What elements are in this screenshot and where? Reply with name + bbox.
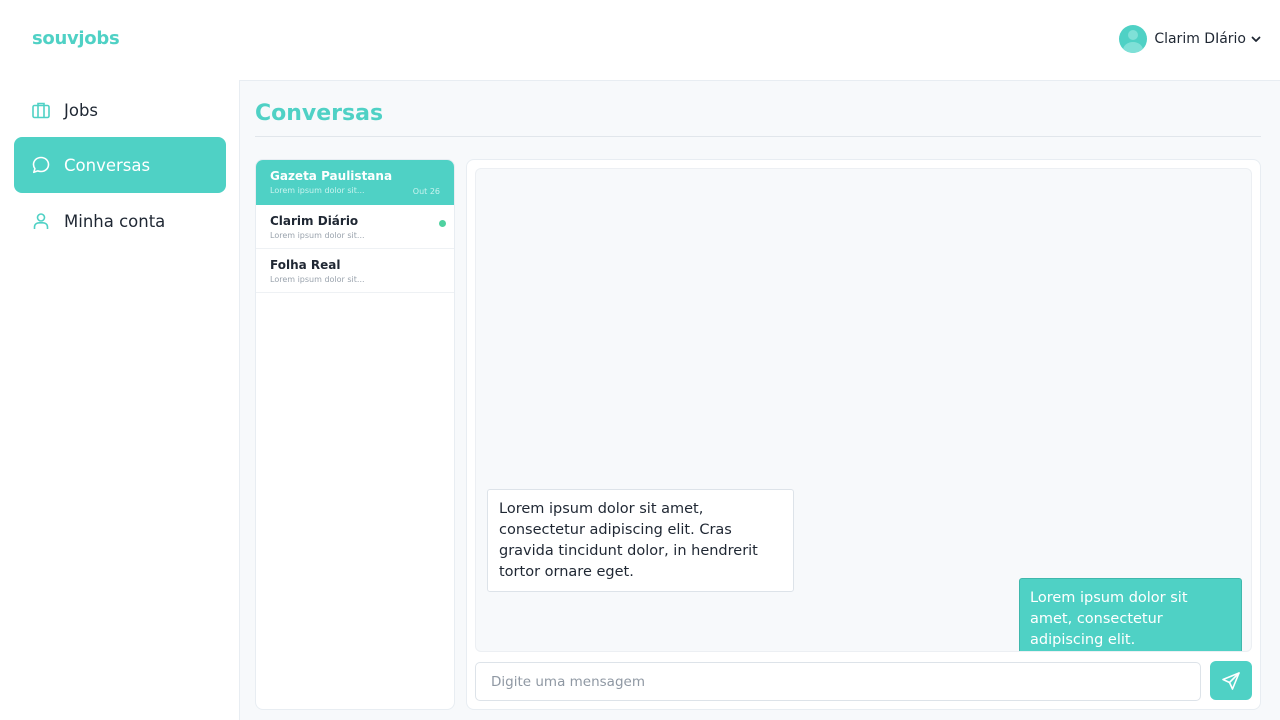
- user-avatar-icon[interactable]: [1119, 25, 1148, 53]
- briefcase-icon: [32, 102, 50, 119]
- chat-panel: Lorem ipsum dolor sit amet, consectetur …: [466, 159, 1261, 710]
- conversation-date: Out 26: [412, 187, 440, 196]
- conversation-name: Gazeta Paulistana: [270, 169, 393, 183]
- send-button[interactable]: [1210, 661, 1252, 700]
- chat-bubble-icon: [32, 156, 50, 174]
- unread-indicator: [439, 220, 446, 227]
- app-logo[interactable]: souvjobs: [32, 28, 120, 49]
- page-title: Conversas: [255, 101, 384, 126]
- conversation-list: Gazeta Paulistana Lorem ipsum dolor sit.…: [255, 159, 455, 710]
- conversation-preview: Lorem ipsum dolor sit...: [270, 231, 365, 240]
- sidebar: Jobs Conversas Minha conta: [0, 80, 240, 720]
- sidebar-item-conversas[interactable]: Conversas: [14, 137, 226, 193]
- user-name[interactable]: Clarim DIário: [1154, 31, 1246, 47]
- sidebar-item-label: Conversas: [64, 155, 151, 175]
- conversation-name: Clarim Diário: [270, 214, 359, 228]
- conversation-name: Folha Real: [270, 258, 341, 272]
- divider: [255, 136, 1261, 137]
- user-icon: [33, 213, 49, 229]
- conversation-item-clarim-diario[interactable]: Clarim Diário Lorem ipsum dolor sit...: [256, 205, 454, 249]
- sidebar-item-jobs[interactable]: Jobs: [14, 82, 226, 138]
- conversation-item-folha-real[interactable]: Folha Real Lorem ipsum dolor sit...: [256, 249, 454, 293]
- sidebar-item-minha-conta[interactable]: Minha conta: [14, 193, 226, 249]
- send-icon: [1222, 671, 1240, 690]
- message-thread[interactable]: Lorem ipsum dolor sit amet, consectetur …: [475, 168, 1252, 652]
- outgoing-message: Lorem ipsum dolor sit amet, consectetur …: [1019, 578, 1242, 651]
- conversation-preview: Lorem ipsum dolor sit...: [270, 275, 365, 284]
- sidebar-item-label: Jobs: [64, 100, 99, 120]
- message-input[interactable]: [475, 662, 1201, 701]
- main-content: Conversas Gazeta Paulistana Lorem ipsum …: [240, 80, 1280, 720]
- user-menu[interactable]: Clarim DIário: [1119, 25, 1262, 53]
- chevron-down-icon[interactable]: [1250, 33, 1262, 45]
- incoming-message: Lorem ipsum dolor sit amet, consectetur …: [487, 489, 794, 592]
- sidebar-item-label: Minha conta: [64, 211, 166, 231]
- conversation-item-gazeta-paulistana[interactable]: Gazeta Paulistana Lorem ipsum dolor sit.…: [256, 160, 454, 205]
- top-bar: souvjobs Clarim DIário: [0, 0, 1280, 80]
